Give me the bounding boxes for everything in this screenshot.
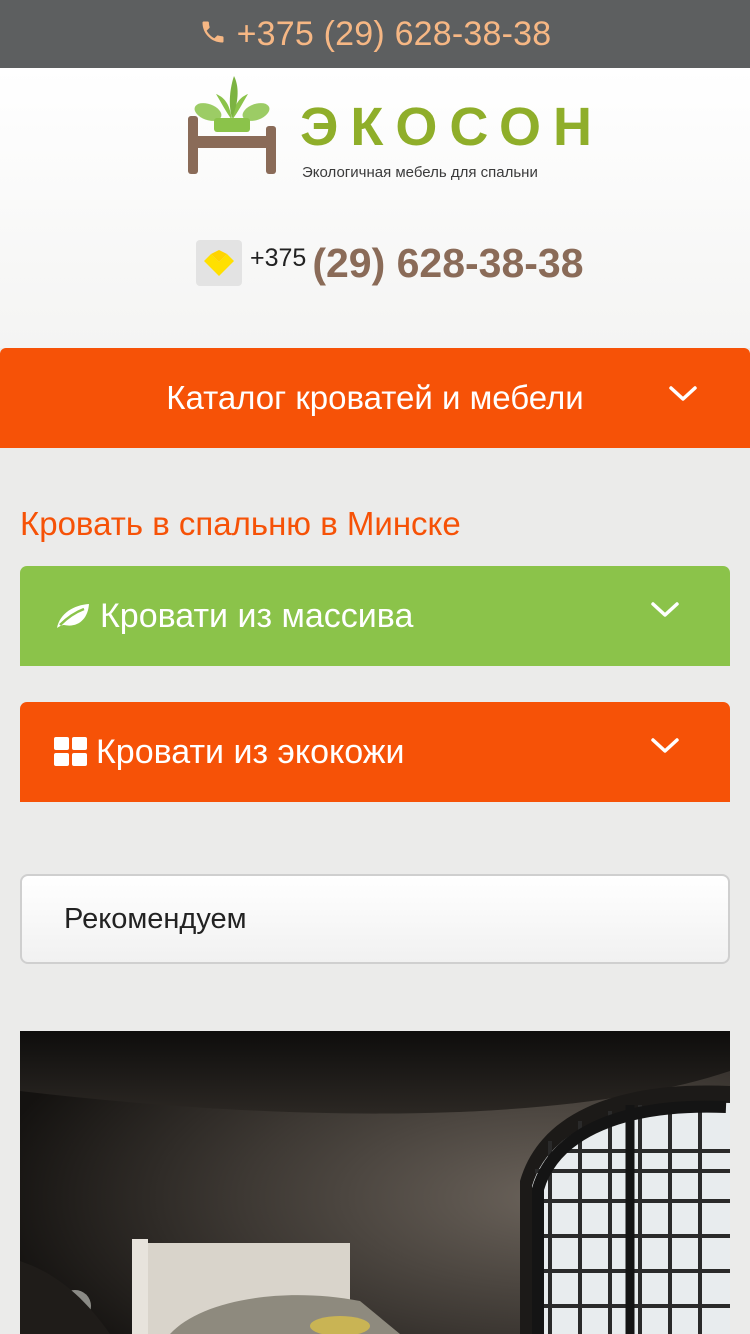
phone-country-code: +375 [250,243,307,272]
section-title: Кровать в спальню в Минске [20,505,461,542]
category-label: Кровати из массива [100,596,414,635]
category-label: Кровати из экокожи [96,732,405,771]
chevron-down-icon [651,738,679,753]
top-phone-bar[interactable]: +375 (29) 628-38-38 [0,0,750,68]
logo-tagline: Экологичная мебель для спальни [302,164,538,181]
chevron-down-icon [669,386,697,401]
header-contact[interactable]: +375 (29) 628-38-38 [196,240,584,286]
catalog-menu-toggle[interactable]: Каталог кроватей и мебели [0,348,750,448]
catalog-menu-label: Каталог кроватей и мебели [166,379,584,416]
sort-select[interactable]: Рекомендуем [20,874,730,964]
category-eco-leather-toggle[interactable]: Кровати из экокожи [20,702,730,802]
grid-icon [54,737,88,767]
product-photo[interactable] [20,1031,730,1334]
category-solid-wood-toggle[interactable]: Кровати из массива [20,566,730,666]
leaf-icon [54,601,92,631]
site-logo[interactable]: ЭКОСОН Экологичная мебель для спальни [186,72,592,181]
chevron-down-icon [651,602,679,617]
velcom-icon [196,240,242,286]
sort-selected-value: Рекомендуем [64,902,247,935]
top-phone-number[interactable]: +375 (29) 628-38-38 [237,15,552,54]
phone-number[interactable]: (29) 628-38-38 [312,240,583,287]
logo-bed-icon [188,76,276,174]
phone-icon [199,18,227,46]
site-header: ЭКОСОН Экологичная мебель для спальни +3… [0,68,750,348]
logo-brand: ЭКОСОН [300,97,605,157]
